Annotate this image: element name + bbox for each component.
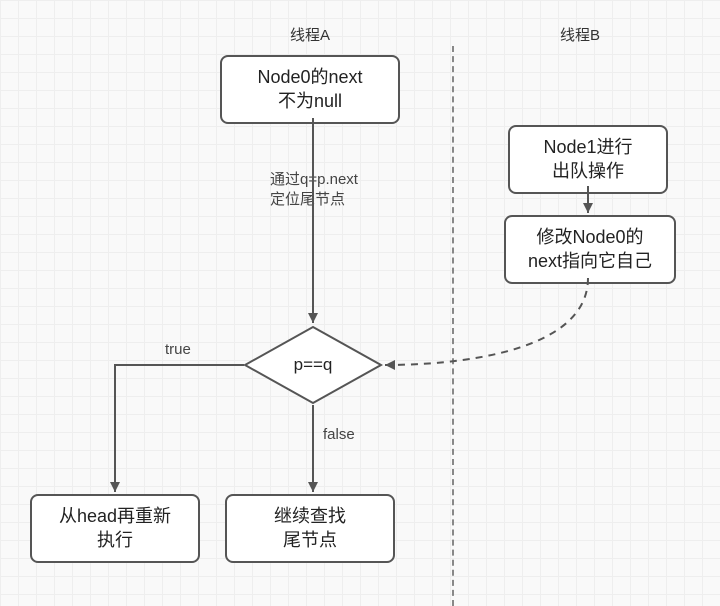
thread-b-header: 线程B	[560, 24, 600, 45]
edge-qpnext-l1: 通过q=p.next	[270, 171, 358, 188]
thread-divider	[452, 46, 454, 606]
node-true-l2: 执行	[97, 530, 133, 550]
edge-label-qpnext: 通过q=p.next 定位尾节点	[270, 170, 358, 209]
node-a-start-line1: Node0的next	[257, 67, 362, 87]
node-b-next: 修改Node0的 next指向它自己	[504, 215, 676, 284]
node-decision: p==q	[243, 325, 383, 405]
node-b-next-l2: next指向它自己	[528, 251, 652, 271]
edge-qpnext-l2: 定位尾节点	[270, 191, 345, 208]
node-b-start-l2: 出队操作	[552, 161, 624, 181]
node-b-start: Node1进行 出队操作	[508, 125, 668, 194]
node-true-l1: 从head再重新	[59, 506, 171, 526]
thread-a-header: 线程A	[290, 24, 330, 45]
node-a-start: Node0的next 不为null	[220, 55, 400, 124]
decision-label: p==q	[243, 355, 383, 375]
node-false-l2: 尾节点	[283, 530, 337, 550]
node-false-l1: 继续查找	[274, 506, 346, 526]
node-a-start-line2: 不为null	[278, 91, 342, 111]
edge-label-false: false	[323, 425, 355, 445]
node-b-start-l1: Node1进行	[543, 137, 632, 157]
edge-label-true: true	[165, 340, 191, 360]
node-false-branch: 继续查找 尾节点	[225, 494, 395, 563]
node-true-branch: 从head再重新 执行	[30, 494, 200, 563]
node-b-next-l1: 修改Node0的	[536, 227, 643, 247]
